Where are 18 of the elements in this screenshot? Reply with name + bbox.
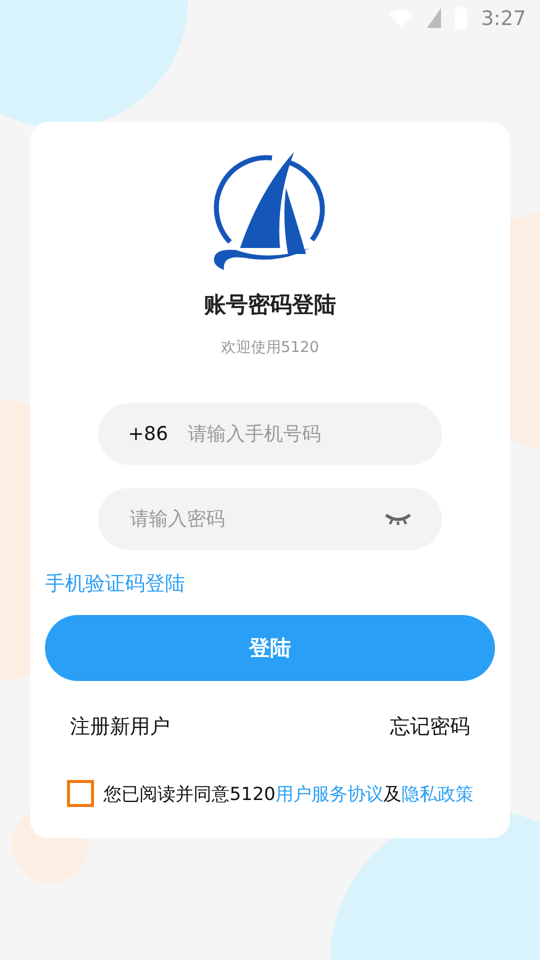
welcome-text: 欢迎使用5120 [220,338,320,357]
register-link[interactable]: 注册新用户 [70,713,170,740]
closed-eye-icon[interactable] [384,512,412,526]
phone-input-field[interactable]: +86 请输入手机号码 [98,403,442,465]
login-button[interactable]: 登陆 [45,615,495,681]
forgot-password-link[interactable]: 忘记密码 [390,713,470,740]
terms-link[interactable]: 用户服务协议 [275,784,384,804]
country-code: +86 [128,423,168,445]
password-input-field[interactable]: 请输入密码 [98,488,442,550]
agreement-text: 您已阅读并同意5120用户服务协议及隐私政策 [104,782,474,806]
phone-input[interactable]: 请输入手机号码 [186,422,412,446]
status-time: 3:27 [481,6,526,30]
sms-login-link[interactable]: 手机验证码登陆 [45,570,185,597]
page-title: 账号密码登陆 [204,292,336,320]
signal-icon [427,8,442,28]
password-input[interactable]: 请输入密码 [128,507,384,531]
privacy-link[interactable]: 隐私政策 [401,784,474,804]
agreement-checkbox[interactable] [66,780,94,807]
